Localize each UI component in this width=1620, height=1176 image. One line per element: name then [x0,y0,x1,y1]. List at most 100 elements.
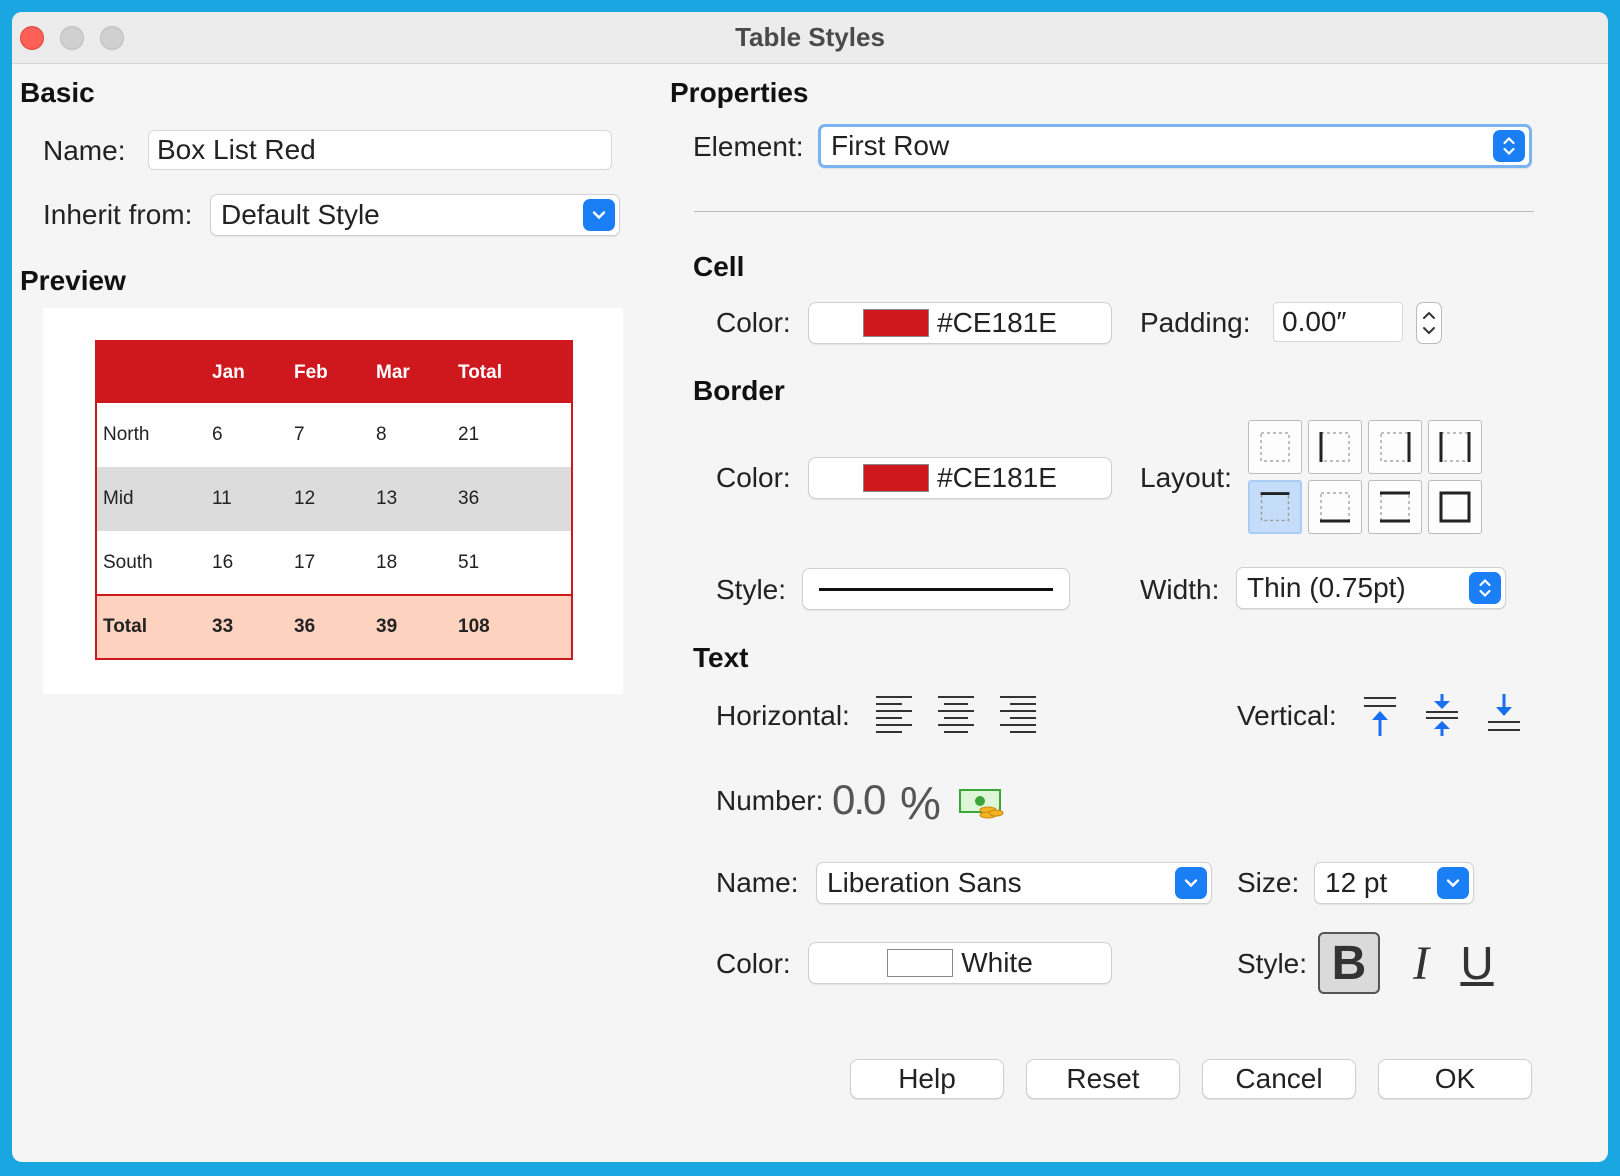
border-style-button[interactable] [802,568,1070,610]
font-size-value: 12 pt [1325,867,1388,898]
table-styles-dialog: Table Styles Basic Name: Box List Red In… [12,12,1608,1162]
font-name-value: Liberation Sans [827,867,1022,898]
preview-cell: South [103,551,153,573]
border-width-label: Width: [1140,574,1220,605]
preview-total-row: Total 33 36 39 108 [96,594,572,659]
reset-button[interactable]: Reset [1026,1059,1180,1099]
align-right-button[interactable] [998,692,1038,743]
align-top-icon [1364,697,1396,736]
border-layout-none[interactable] [1248,420,1302,474]
preview-cell: 8 [376,424,387,445]
preview-cell: 36 [452,467,572,531]
chevron-down-icon [1175,867,1207,899]
preview-header-cell: Total [452,341,572,403]
preview-table: Jan Feb Mar Total North 6 7 8 21 Mid 11 … [95,340,573,660]
text-color-button[interactable]: White [808,942,1112,984]
window-title: Table Styles [735,22,885,52]
vertical-label: Vertical: [1237,700,1337,731]
border-color-swatch [863,464,930,492]
preview-header-cell: Feb [288,341,370,403]
element-select[interactable]: First Row [818,124,1532,168]
properties-heading: Properties [670,77,809,108]
border-layout-outer-box[interactable] [1428,480,1482,534]
border-right-icon [1380,432,1411,462]
preview-cell: 6 [212,424,223,445]
preview-header-cell [96,341,206,403]
border-layout-top-bottom[interactable] [1368,480,1422,534]
align-bottom-button[interactable] [1484,692,1524,743]
preview-panel: Jan Feb Mar Total North 6 7 8 21 Mid 11 … [43,308,623,694]
solid-line-icon [819,587,1053,591]
text-color-swatch [887,949,954,977]
preview-total-cell: 36 [288,594,370,659]
align-top-button[interactable] [1360,692,1400,743]
element-value: First Row [831,130,950,161]
money-icon [959,789,1004,819]
font-size-select[interactable]: 12 pt [1314,862,1474,904]
bold-toggle[interactable]: B [1318,932,1380,994]
border-layout-left-right-inner[interactable] [1308,420,1362,474]
up-down-chevron-icon [1469,572,1501,604]
cell-color-swatch [863,309,930,337]
cell-color-button[interactable]: #CE181E [808,302,1112,344]
preview-total-cell: Total [96,594,206,659]
number-format-button[interactable]: 0.0 [832,776,886,824]
font-name-select[interactable]: Liberation Sans [816,862,1212,904]
border-width-value: Thin (0.75pt) [1247,572,1406,603]
font-style-label: Style: [1237,948,1308,979]
preview-cell: Mid [96,467,206,531]
border-top-icon [1260,492,1290,522]
align-bottom-icon [1488,694,1520,731]
border-color-button[interactable]: #CE181E [808,457,1112,499]
text-heading: Text [693,642,749,673]
border-width-select[interactable]: Thin (0.75pt) [1236,567,1506,609]
name-label: Name: [43,135,126,166]
border-style-label: Style: [716,574,787,605]
border-color-label: Color: [716,462,791,493]
percent-format-button[interactable]: % [900,776,941,830]
preview-cell: 51 [458,551,480,573]
align-middle-button[interactable] [1422,692,1462,743]
preview-row: Mid 11 12 13 36 [96,467,572,531]
border-bottom-icon [1320,492,1350,523]
border-none-icon [1260,432,1290,462]
border-layout-left-right[interactable] [1368,420,1422,474]
preview-header-cell: Mar [370,341,452,403]
title-bar: Table Styles [12,12,1608,64]
style-name-input[interactable]: Box List Red [148,130,612,170]
align-left-icon [876,696,912,733]
border-left-right-icon [1439,432,1471,462]
border-left-icon [1319,432,1350,462]
padding-spinner[interactable] [1416,302,1442,344]
align-center-icon [938,696,974,733]
cell-heading: Cell [693,251,745,282]
properties-divider [694,211,1534,212]
border-layout-all-vertical[interactable] [1428,420,1482,474]
ok-button[interactable]: OK [1378,1059,1532,1099]
preview-cell: 18 [376,551,398,573]
inherit-from-select[interactable]: Default Style [210,194,620,236]
chevron-down-icon [583,199,615,231]
preview-total-cell: 39 [370,594,452,659]
preview-heading: Preview [20,265,126,296]
help-button[interactable]: Help [850,1059,1004,1099]
align-left-button[interactable] [874,692,914,743]
preview-total-cell: 108 [452,594,572,659]
italic-toggle[interactable]: I [1396,934,1446,992]
preview-header-cell: Jan [206,341,288,403]
underline-toggle[interactable]: U [1452,934,1502,992]
align-center-button[interactable] [936,692,976,743]
currency-format-button[interactable] [958,786,1004,827]
inherit-from-label: Inherit from: [43,199,193,230]
border-layout-top[interactable] [1248,480,1302,534]
preview-row: South 16 17 18 51 [96,531,572,595]
inherit-from-value: Default Style [221,199,380,230]
horizontal-label: Horizontal: [716,700,850,731]
padding-input[interactable]: 0.00″ [1273,302,1403,342]
preview-row: North 6 7 8 21 [96,403,572,467]
border-heading: Border [693,375,785,406]
number-label: Number: [716,785,824,816]
border-layout-bottom[interactable] [1308,480,1362,534]
cancel-button[interactable]: Cancel [1202,1059,1356,1099]
preview-cell: 17 [294,551,316,573]
